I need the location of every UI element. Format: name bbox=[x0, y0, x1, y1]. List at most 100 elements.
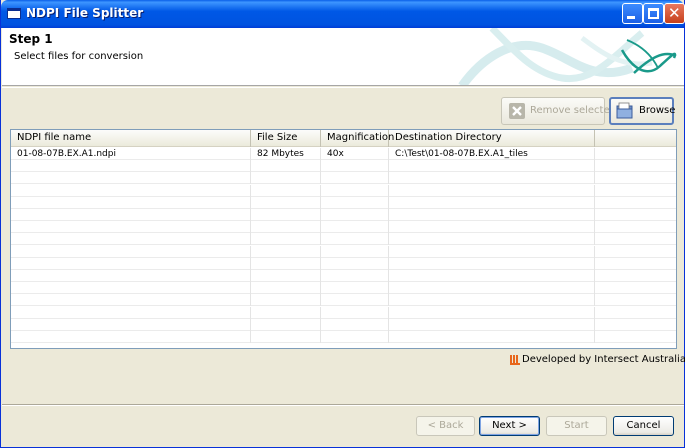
window-icon bbox=[7, 8, 21, 19]
empty-cell bbox=[251, 257, 321, 270]
step-title: Step 1 bbox=[9, 32, 53, 46]
empty-cell bbox=[251, 196, 321, 209]
empty-cell bbox=[389, 257, 595, 270]
empty-cell bbox=[11, 184, 251, 197]
empty-cell bbox=[11, 209, 251, 221]
remove-selected-button[interactable]: Remove selected bbox=[501, 97, 616, 125]
minimize-button[interactable] bbox=[622, 3, 643, 24]
column-header-extra[interactable] bbox=[595, 130, 676, 147]
footer-divider-highlight bbox=[2, 405, 684, 406]
empty-cell bbox=[389, 209, 595, 221]
empty-cell bbox=[11, 270, 251, 282]
empty-cell bbox=[251, 209, 321, 221]
empty-table-row bbox=[11, 294, 676, 307]
credit-text: Developed by Intersect Australia Ltd bbox=[522, 354, 685, 365]
wizard-header: Step 1 Select files for conversion bbox=[2, 28, 684, 86]
remove-selected-label: Remove selected bbox=[530, 105, 616, 116]
folder-icon bbox=[616, 102, 633, 119]
empty-cell bbox=[251, 160, 321, 173]
empty-cell bbox=[321, 233, 389, 246]
empty-cell bbox=[321, 331, 389, 343]
start-button[interactable]: Start bbox=[546, 416, 607, 436]
cell-destination: C:\Test\01-08-07B.EX.A1_tiles bbox=[389, 148, 595, 160]
remove-icon bbox=[509, 103, 525, 119]
next-button[interactable]: Next > bbox=[479, 416, 540, 436]
browse-button[interactable]: Browse bbox=[609, 97, 675, 125]
cell-extra bbox=[595, 148, 676, 160]
empty-cell bbox=[321, 196, 389, 209]
column-header-file-size[interactable]: File Size bbox=[251, 130, 321, 147]
empty-table-row bbox=[11, 331, 676, 343]
empty-cell bbox=[595, 331, 676, 343]
empty-cell bbox=[251, 221, 321, 234]
step-subtitle: Select files for conversion bbox=[14, 51, 144, 62]
file-table[interactable]: NDPI file name File Size Magnification D… bbox=[10, 129, 677, 349]
empty-cell bbox=[11, 172, 251, 185]
close-icon: ✕ bbox=[668, 4, 681, 22]
empty-cell bbox=[11, 318, 251, 331]
empty-cell bbox=[595, 233, 676, 245]
title-bar[interactable]: NDPI File Splitter ✕ bbox=[1, 0, 685, 28]
cell-file-size: 82 Mbytes bbox=[251, 148, 321, 160]
empty-cell bbox=[321, 160, 389, 173]
empty-cell bbox=[595, 319, 676, 331]
cell-magnification: 40x bbox=[321, 148, 389, 160]
empty-cell bbox=[595, 294, 676, 306]
empty-table-row bbox=[11, 306, 676, 319]
close-button[interactable]: ✕ bbox=[664, 3, 685, 24]
minimize-icon bbox=[627, 16, 635, 19]
column-header-file-name[interactable]: NDPI file name bbox=[11, 130, 251, 147]
empty-cell bbox=[321, 257, 389, 270]
header-divider bbox=[2, 87, 684, 88]
empty-cell bbox=[321, 221, 389, 234]
intersect-mark-icon bbox=[510, 355, 520, 365]
empty-cell bbox=[251, 172, 321, 185]
empty-table-row bbox=[11, 172, 676, 185]
empty-cell bbox=[321, 306, 389, 319]
empty-table-row bbox=[11, 318, 676, 331]
empty-cell bbox=[389, 270, 595, 282]
app-window: NDPI File Splitter ✕ Step 1 Select files… bbox=[0, 0, 685, 448]
table-row[interactable]: 01-08-07B.EX.A1.ndpi 82 Mbytes 40x C:\Te… bbox=[11, 148, 676, 160]
cancel-button[interactable]: Cancel bbox=[613, 416, 674, 436]
empty-cell bbox=[389, 160, 595, 173]
empty-cell bbox=[251, 282, 321, 295]
empty-cell bbox=[11, 257, 251, 270]
empty-cell bbox=[389, 221, 595, 234]
empty-table-row bbox=[11, 184, 676, 197]
empty-cell bbox=[321, 209, 389, 221]
empty-cell bbox=[251, 245, 321, 258]
empty-cell bbox=[595, 270, 676, 282]
empty-cell bbox=[389, 196, 595, 209]
empty-cell bbox=[11, 233, 251, 246]
empty-cell bbox=[595, 160, 676, 172]
empty-cell bbox=[595, 197, 676, 209]
empty-table-row bbox=[11, 270, 676, 282]
back-button[interactable]: < Back bbox=[416, 416, 475, 436]
empty-cell bbox=[11, 306, 251, 319]
empty-cell bbox=[251, 331, 321, 343]
empty-cell bbox=[595, 221, 676, 233]
empty-table-row bbox=[11, 209, 676, 221]
empty-cell bbox=[595, 258, 676, 270]
empty-cell bbox=[11, 294, 251, 307]
table-header: NDPI file name File Size Magnification D… bbox=[11, 130, 676, 147]
empty-cell bbox=[321, 270, 389, 282]
empty-cell bbox=[389, 331, 595, 343]
window-title: NDPI File Splitter bbox=[26, 6, 144, 20]
empty-cell bbox=[595, 307, 676, 319]
empty-table-row bbox=[11, 221, 676, 234]
column-header-destination[interactable]: Destination Directory bbox=[389, 130, 595, 147]
empty-cell bbox=[321, 184, 389, 197]
empty-cell bbox=[595, 172, 676, 184]
column-header-magnification[interactable]: Magnification bbox=[321, 130, 394, 147]
empty-table-row bbox=[11, 196, 676, 209]
empty-cell bbox=[251, 270, 321, 282]
empty-cell bbox=[595, 209, 676, 221]
maximize-button[interactable] bbox=[643, 3, 664, 24]
empty-table-row bbox=[11, 257, 676, 270]
empty-cell bbox=[389, 282, 595, 295]
empty-cell bbox=[251, 184, 321, 197]
empty-cell bbox=[11, 282, 251, 295]
empty-cell bbox=[251, 233, 321, 246]
